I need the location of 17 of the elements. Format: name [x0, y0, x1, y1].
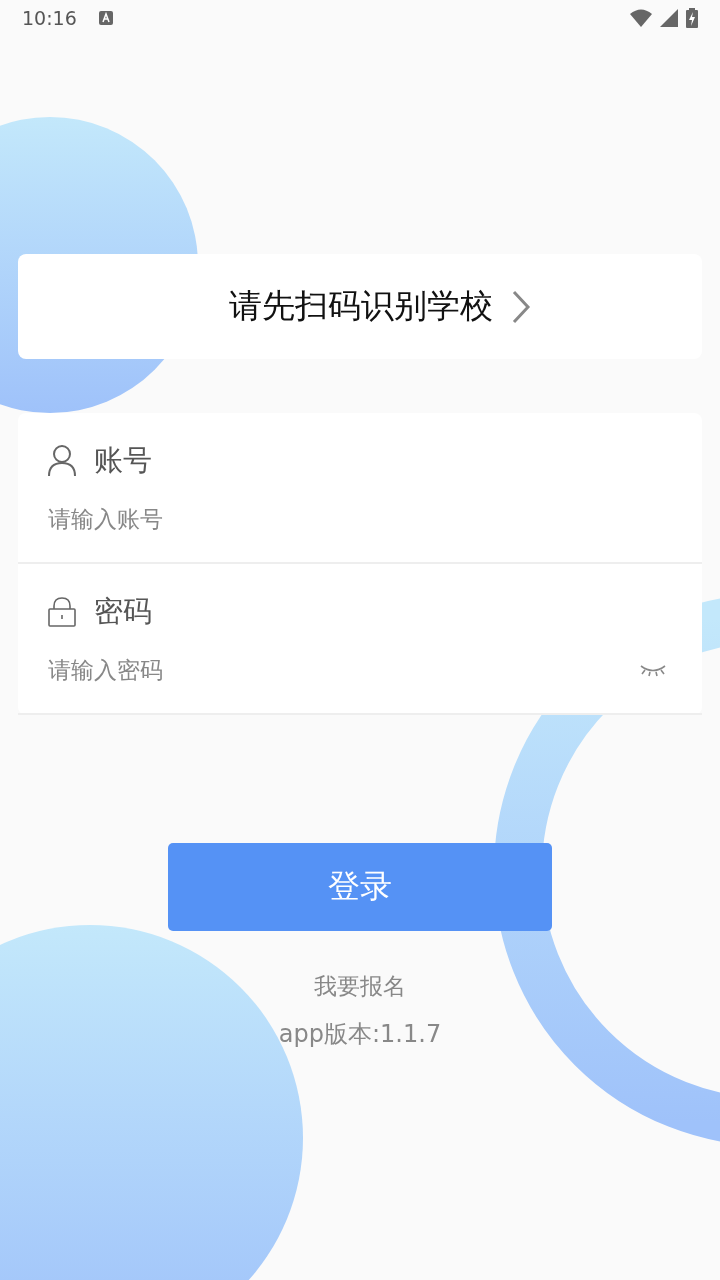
version-text: app版本:1.1.7	[278, 1019, 442, 1050]
lock-icon	[48, 597, 76, 627]
input-field[interactable]: 请输入密码	[48, 657, 630, 683]
wifi-icon	[630, 9, 652, 27]
input-field[interactable]: 请输入账号	[48, 506, 666, 532]
field-label: 账号	[94, 442, 152, 479]
chevron-right-icon	[511, 288, 531, 325]
status-time: 10:16	[22, 7, 77, 29]
user-icon	[48, 445, 76, 477]
closed-eye-icon[interactable]	[640, 663, 666, 677]
field-label: 密码	[94, 593, 152, 630]
keyboard-icon	[98, 11, 113, 25]
school-selector[interactable]: 请先扫码识别学校	[18, 254, 702, 359]
battery-icon	[686, 8, 698, 28]
signup-link[interactable]: 我要报名	[314, 971, 406, 1002]
signal-icon	[660, 9, 678, 27]
login-button[interactable]: 登录	[168, 843, 552, 931]
